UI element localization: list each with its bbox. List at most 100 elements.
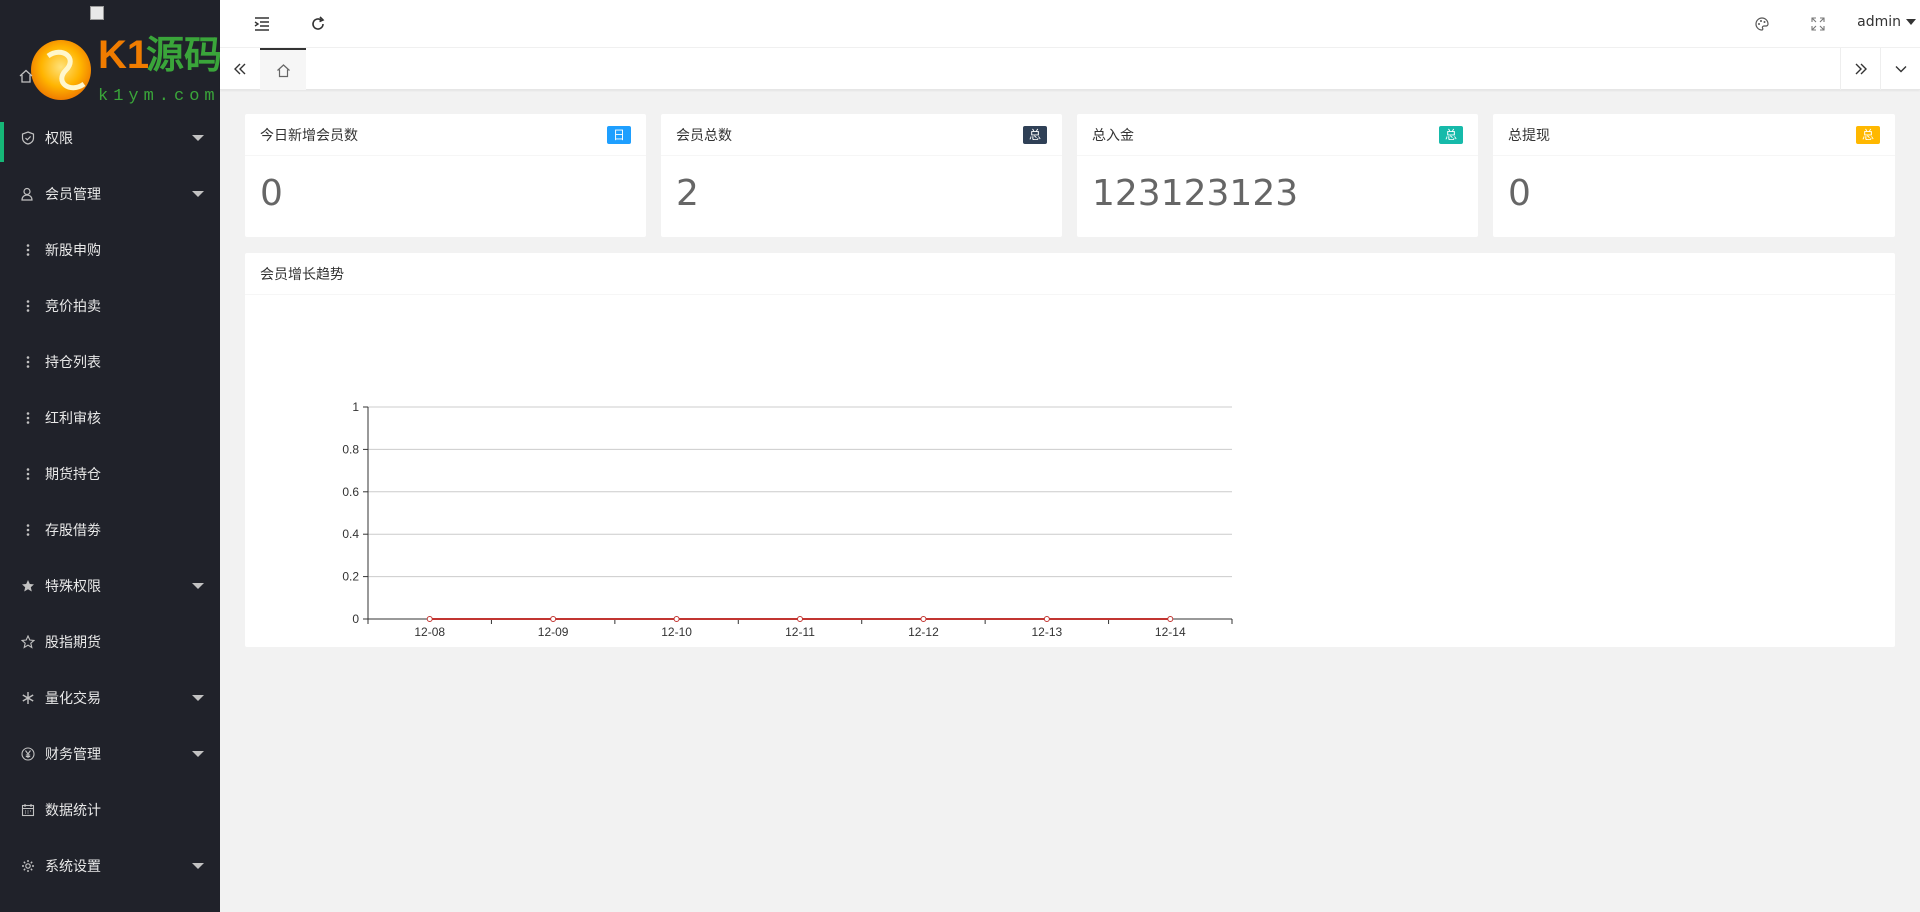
indent-icon [254,17,269,31]
data-point [1167,616,1174,622]
card-header: 总提现 总 [1493,114,1895,156]
sidebar-item-label: 系统设置 [45,859,101,875]
svg-text:K1: K1 [98,33,149,77]
data-point [550,616,557,622]
card-title: 总提现 [1508,127,1550,144]
sidebar-item[interactable]: 量化交易 [0,670,220,726]
tabs-bar [220,48,1920,90]
sidebar-item-label: 股指期货 [45,635,101,651]
stat-card-total-members: 会员总数 总 2 [661,114,1062,237]
status-badge: 总 [1855,125,1880,144]
sidebar-item-label: 持仓列表 [45,355,101,371]
y-tick-label: 0.8 [342,442,359,456]
more-vertical-icon [20,522,36,538]
sidebar-item-label: 新股申购 [45,243,101,259]
calendar-icon [20,802,36,818]
y-tick-label: 0.6 [342,485,359,499]
y-tick-label: 0 [352,612,359,626]
refresh-button[interactable] [306,12,330,36]
watermark-logo: K1 源码 k1ym.com [31,33,220,106]
data-point [426,616,433,622]
sidebar-item-label: 会员管理 [45,187,101,203]
caret-down-icon [192,583,204,589]
status-badge: 总 [1022,125,1047,144]
sidebar-item[interactable]: 新股申购 [0,222,220,278]
svg-text:源码: 源码 [146,35,220,77]
snowflake-icon [20,690,36,706]
card-value: 2 [676,173,699,214]
sidebar-item[interactable]: 权限 [0,110,220,166]
x-tick-label: 12-09 [538,625,569,639]
card-header: 会员总数 总 [661,114,1062,156]
sidebar-item[interactable]: 会员管理 [0,166,220,222]
sidebar-item-label: 数据统计 [45,803,101,819]
fullscreen-icon [1811,17,1825,31]
status-badge: 日 [606,125,631,144]
member-growth-card: 会员增长趋势 0 0.2 0.4 0.6 0.8 1 12-08 12-09 12-10 12-1… [245,253,1895,647]
card-value: 123123123 [1092,173,1299,214]
sidebar-item[interactable]: 期货持仓 [0,446,220,502]
chevron-down-icon [1906,19,1916,25]
x-tick-label: 12-14 [1155,625,1186,639]
star-filled-icon [20,578,36,594]
sidebar-item[interactable]: 数据统计 [0,782,220,838]
theme-button[interactable] [1750,12,1774,36]
caret-down-icon [192,695,204,701]
stat-card-total-withdrawal: 总提现 总 0 [1493,114,1895,237]
username: admin [1857,14,1901,30]
sidebar: K1 源码 k1ym.com 权限会员管理新股申购竞价拍卖持仓列表红利审核 期货持… [0,0,220,912]
top-header: admin [220,0,1920,48]
tab-home[interactable] [260,48,306,90]
card-header: 会员增长趋势 [245,253,1895,295]
stat-card-today-new-members: 今日新增会员数 日 0 [245,114,646,237]
palette-icon [1755,17,1769,31]
yen-icon [20,746,36,762]
user-menu[interactable]: admin [1857,14,1916,30]
chevron-down-icon [1895,66,1906,73]
tabs-scroll-left-button[interactable] [220,48,260,90]
home-icon[interactable] [18,68,34,84]
sidebar-item[interactable]: 系统设置 [0,838,220,894]
shield-check-icon [20,130,36,146]
caret-down-icon [192,863,204,869]
sidebar-item[interactable]: 特殊权限 [0,558,220,614]
refresh-icon [312,16,325,30]
caret-down-icon [192,135,204,141]
card-value: 0 [260,173,283,214]
card-header: 总入金 总 [1077,114,1478,156]
sidebar-item[interactable]: 股指期货 [0,614,220,670]
sidebar-item[interactable]: 持仓列表 [0,334,220,390]
card-header: 今日新增会员数 日 [245,114,646,156]
sidebar-item-label: 量化交易 [45,691,101,707]
tabs-scroll-right-button[interactable] [1840,48,1880,90]
sidebar-item-label: 竞价拍卖 [45,299,101,315]
svg-text:k1ym.com: k1ym.com [98,87,220,106]
x-tick-label: 12-08 [414,625,445,639]
logo-image [90,6,104,20]
sidebar-nav: 权限会员管理新股申购竞价拍卖持仓列表红利审核 期货持仓 存股借劵 特殊权限股指期货量化… [0,110,220,894]
sidebar-item[interactable]: 红利审核 [0,390,220,446]
fullscreen-button[interactable] [1806,12,1830,36]
menu-collapse-button[interactable] [250,12,274,36]
sidebar-item[interactable]: 存股借劵 [0,502,220,558]
y-tick-label: 0.4 [342,527,359,541]
sidebar-item-label: 权限 [45,131,73,147]
data-point [673,616,680,622]
status-badge: 总 [1438,125,1463,144]
more-vertical-icon [20,410,36,426]
sidebar-item[interactable]: 竞价拍卖 [0,278,220,334]
tabs-menu-button[interactable] [1880,48,1920,90]
card-title: 会员总数 [676,127,732,144]
x-tick-label: 12-13 [1032,625,1063,639]
card-title: 会员增长趋势 [260,266,344,283]
data-point [1043,616,1050,622]
card-value: 0 [1508,173,1531,214]
sidebar-item[interactable]: 财务管理 [0,726,220,782]
logo-area: K1 源码 k1ym.com [0,0,220,112]
x-tick-label: 12-11 [785,625,815,639]
more-vertical-icon [20,242,36,258]
caret-down-icon [192,191,204,197]
data-point [797,616,803,622]
member-growth-chart: 0 0.2 0.4 0.6 0.8 1 12-08 12-09 12-10 12-11 12-12 1… [342,400,1233,639]
x-tick-label: 12-12 [908,625,939,639]
